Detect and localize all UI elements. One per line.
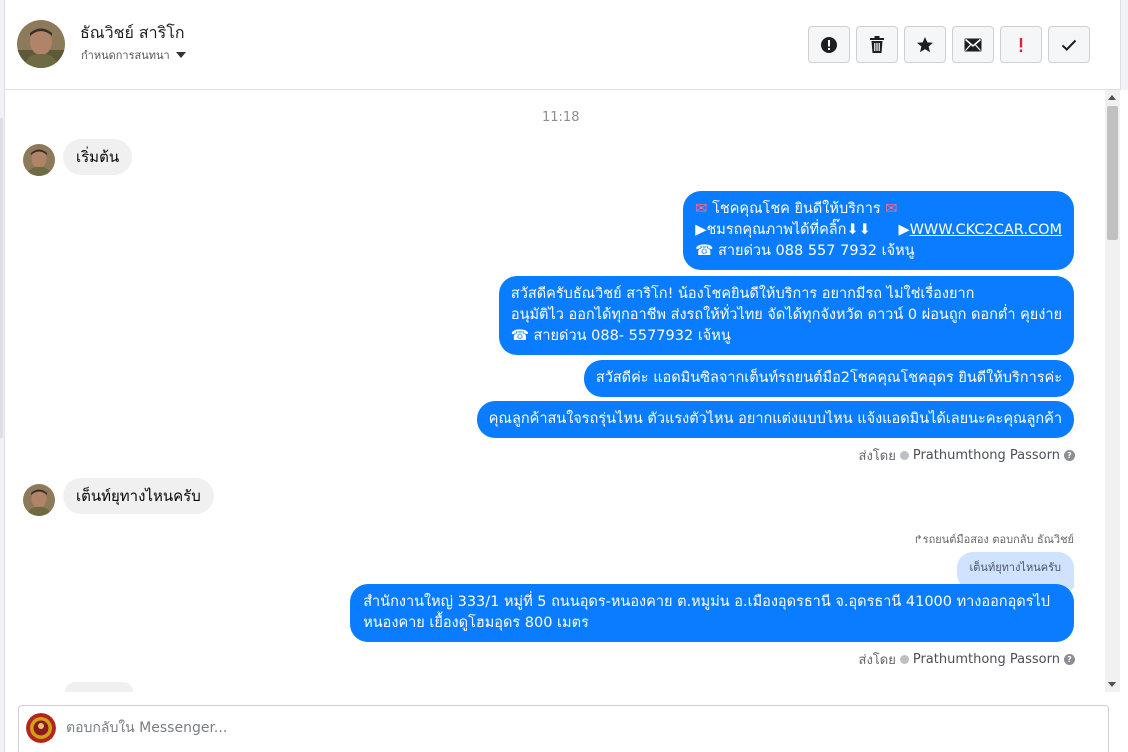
contact-name: ธัณวิชย์ สาริโก xyxy=(80,23,185,42)
message-line: ✉ โชคคุณโชค ยินดีให้บริการ ✉ xyxy=(695,201,898,217)
message-line: ☎ สายด่วน 088- 5577932 เจ้หนู xyxy=(510,328,731,344)
sent-by-label: ส่งโดย xyxy=(858,653,896,668)
incoming-message[interactable]: เริ่มต้น xyxy=(63,139,133,175)
website-link[interactable]: WWW.CKC2CAR.COM xyxy=(910,222,1062,238)
mark-unread-button[interactable] xyxy=(952,26,994,63)
message-line: ▶ชมรถคุณภาพได้ที่คลิ๊ก⬇⬇ ▶WWW.CKC2CAR.CO… xyxy=(695,222,1062,238)
assign-conversation-dropdown[interactable]: กำหนดการสนทนา xyxy=(81,46,186,64)
contact-avatar[interactable] xyxy=(17,20,65,68)
caret-down-icon xyxy=(175,52,186,58)
phone-icon: ☎ xyxy=(510,328,529,344)
conversation-actions-toolbar xyxy=(808,26,1090,63)
delete-button[interactable] xyxy=(856,26,898,63)
mail-icon xyxy=(964,38,982,51)
scrollbar-thumb[interactable] xyxy=(1107,106,1118,240)
outgoing-message[interactable]: คุณลูกค้าสนใจรถรุ่นไหน ตัวแรงตัวไหน อยาก… xyxy=(476,401,1074,438)
play-icon: ▶ xyxy=(695,222,707,238)
contact-avatar-small xyxy=(23,484,55,516)
trash-icon xyxy=(870,35,884,53)
sent-by-label: ส่งโดย xyxy=(858,449,896,464)
outgoing-message[interactable]: สวัสดีค่ะ แอดมินซิลจากเต็นท์รถยนต์มือ2โช… xyxy=(583,360,1074,397)
sent-by-name[interactable]: Prathumthong Passorn xyxy=(913,652,1060,667)
reply-input[interactable] xyxy=(66,716,1086,740)
incoming-message-partial[interactable] xyxy=(65,682,133,692)
red-envelope-icon: ✉ xyxy=(695,201,708,217)
sent-by-name[interactable]: Prathumthong Passorn xyxy=(913,448,1060,463)
alert-icon xyxy=(821,36,837,53)
follow-up-button[interactable] xyxy=(1000,26,1042,63)
message-line: สำนักงานใหญ่ 333/1 หมู่ที่ 5 ถนนอุดร-หนอ… xyxy=(363,594,1050,610)
agent-avatar-icon xyxy=(899,451,909,460)
mark-spam-button[interactable] xyxy=(808,26,850,63)
message-line: ☎ สายด่วน 088 557 7932 เจ้หนู xyxy=(695,243,915,259)
star-button[interactable] xyxy=(904,26,946,63)
down-arrow-icon: ⬇⬇ xyxy=(846,222,871,238)
reply-arrow-icon: ↱ xyxy=(913,533,923,546)
assign-conversation-label: กำหนดการสนทนา xyxy=(81,49,170,62)
outgoing-message[interactable]: สวัสดีครับธัณวิชย์ สาริโก! น้องโชคยินดีใ… xyxy=(498,276,1074,355)
mark-done-button[interactable] xyxy=(1048,26,1090,63)
red-envelope-icon: ✉ xyxy=(880,201,898,217)
message-line: หนองคาย เยื้องดูโฮมอุดร 800 เมตร xyxy=(363,615,589,631)
reply-context-label: ↱รถยนต์มือสอง ตอบกลับ ธัณวิชย์ xyxy=(913,533,1074,546)
outgoing-message[interactable]: สำนักงานใหญ่ 333/1 หมู่ที่ 5 ถนนอุดร-หนอ… xyxy=(350,584,1074,642)
message-line: อนุมัติไว ออกได้ทุกอาชีพ ส่งรถให้ทั่วไทย… xyxy=(510,307,1062,323)
right-panel-edge xyxy=(1120,0,1128,90)
agent-avatar-icon xyxy=(899,655,909,664)
incoming-message[interactable]: เต็นท์ยุทางไหนครับ xyxy=(63,478,214,514)
contact-avatar-small xyxy=(23,144,55,176)
messenger-inbox-window: ธัณวิชย์ สาริโก กำหนดการสนทนา 11:18 เริ่… xyxy=(0,0,1128,752)
scroll-down-arrow-icon[interactable] xyxy=(1108,682,1116,687)
message-timestamp: 11:18 xyxy=(542,110,580,125)
play-icon: ▶ xyxy=(898,222,910,238)
phone-icon: ☎ xyxy=(695,243,714,259)
sent-by-line: ส่งโดย Prathumthong Passorn ? xyxy=(859,649,1075,670)
thread-scrollbar[interactable] xyxy=(1105,90,1120,692)
exclamation-icon xyxy=(1019,37,1023,52)
outgoing-message[interactable]: ✉ โชคคุณโชค ยินดีให้บริการ ✉ ▶ชมรถคุณภาพ… xyxy=(683,191,1074,270)
sent-by-line: ส่งโดย Prathumthong Passorn ? xyxy=(859,445,1075,466)
help-icon[interactable]: ? xyxy=(1064,654,1075,665)
message-thread: 11:18 เริ่มต้น ✉ โชคคุณโชค ยินดีให้บริกา… xyxy=(5,90,1105,692)
scroll-up-arrow-icon[interactable] xyxy=(1108,95,1116,100)
check-icon xyxy=(1061,39,1077,51)
page-avatar xyxy=(26,713,56,743)
star-icon xyxy=(917,36,933,52)
help-icon[interactable]: ? xyxy=(1064,450,1075,461)
conversation-header: ธัณวิชย์ สาริโก กำหนดการสนทนา xyxy=(5,0,1120,90)
message-line: สวัสดีครับธัณวิชย์ สาริโก! น้องโชคยินดีใ… xyxy=(510,286,975,302)
reply-composer xyxy=(18,705,1109,752)
